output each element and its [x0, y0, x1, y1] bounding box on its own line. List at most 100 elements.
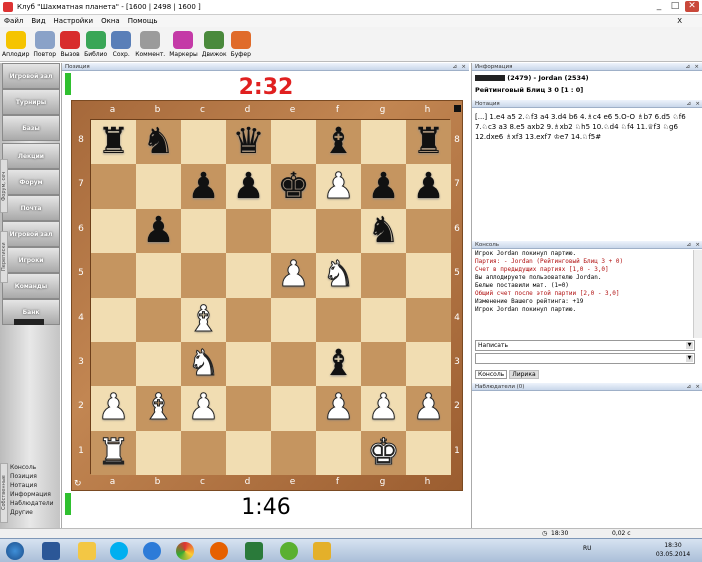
toolbar-button-4[interactable]: Сохр. [109, 27, 133, 60]
pin-icon[interactable]: ⊿ [686, 383, 691, 391]
toolbar-button-2[interactable]: Вызов [58, 27, 82, 60]
black-pawn[interactable]: ♟ [367, 168, 399, 205]
square-c4[interactable]: ♝ [181, 297, 226, 342]
panel-link-1[interactable]: Позиция [10, 473, 37, 480]
square-d4[interactable] [226, 297, 271, 342]
square-c6[interactable] [181, 208, 226, 254]
black-knight[interactable]: ♞ [367, 212, 399, 249]
black-rook[interactable]: ♜ [97, 124, 129, 160]
black-rook[interactable]: ♜ [412, 124, 444, 160]
square-c7[interactable]: ♟ [181, 164, 226, 209]
menu-file[interactable]: Файл [0, 17, 27, 25]
square-a8[interactable]: ♜ [91, 120, 136, 165]
square-d7[interactable]: ♟ [226, 164, 271, 209]
console-input[interactable]: ▼ [475, 353, 695, 364]
square-c5[interactable] [181, 253, 226, 298]
close-icon[interactable]: × [695, 241, 700, 249]
square-f8[interactable]: ♝ [316, 120, 361, 165]
black-pawn[interactable]: ♟ [232, 168, 264, 205]
square-h3[interactable] [406, 341, 451, 387]
square-g7[interactable]: ♟ [361, 164, 406, 209]
white-pawn[interactable]: ♟ [97, 389, 130, 426]
menu-settings[interactable]: Настройки [50, 17, 98, 25]
pin-icon[interactable]: ⊿ [686, 100, 691, 108]
chrome-icon[interactable] [176, 542, 194, 560]
utorrent-icon[interactable] [280, 542, 298, 560]
square-d3[interactable] [226, 341, 271, 387]
square-g1[interactable]: ♚ [361, 430, 406, 475]
square-d6[interactable] [226, 208, 271, 254]
vertical-tab-0[interactable]: Форум, сеч [0, 159, 8, 213]
nav-item-2[interactable]: Базы [2, 115, 60, 141]
black-bishop[interactable]: ♝ [322, 124, 354, 160]
rotate-board-icon[interactable]: ↻ [74, 479, 82, 489]
tab-console[interactable]: Консоль [475, 370, 508, 379]
nav-item-0[interactable]: Игровой зал [2, 63, 60, 89]
square-h5[interactable] [406, 253, 451, 298]
notation-text[interactable]: [...] 1.e4 a5 2.♘f3 a4 3.d4 b6 4.♗c4 e6 … [472, 110, 693, 144]
toolbar-button-3[interactable]: Библио [82, 27, 109, 60]
panel-link-5[interactable]: Другие [10, 509, 33, 516]
nav-item-4[interactable]: Форум [2, 169, 60, 195]
square-g4[interactable] [361, 297, 406, 342]
square-a3[interactable] [91, 341, 136, 387]
square-b7[interactable] [136, 164, 181, 209]
folder-icon[interactable] [78, 542, 96, 560]
square-g6[interactable]: ♞ [361, 208, 406, 254]
square-g3[interactable] [361, 341, 406, 387]
square-e4[interactable] [271, 297, 316, 342]
square-g8[interactable] [361, 120, 406, 165]
white-bishop[interactable]: ♝ [187, 301, 220, 338]
square-e6[interactable] [271, 208, 316, 254]
close-icon[interactable]: × [694, 63, 699, 71]
toolbar-button-1[interactable]: Повтор [31, 27, 58, 60]
console-scrollbar[interactable] [693, 250, 702, 338]
close-icon[interactable]: × [695, 100, 700, 108]
square-f5[interactable]: ♞ [316, 253, 361, 298]
square-b2[interactable]: ♝ [136, 386, 181, 431]
toolbar-button-5[interactable]: Коммент. [133, 27, 167, 60]
black-pawn[interactable]: ♟ [412, 168, 444, 205]
black-bishop[interactable]: ♝ [322, 346, 354, 382]
toolbar-button-8[interactable]: Буфер [229, 27, 253, 60]
nav-item-8[interactable]: Команды [2, 273, 60, 299]
language-indicator[interactable]: RU [583, 545, 592, 552]
square-b3[interactable] [136, 341, 181, 387]
panel-link-0[interactable]: Консоль [10, 464, 36, 471]
firefox-icon[interactable] [210, 542, 228, 560]
panel-link-3[interactable]: Информация [10, 491, 51, 498]
square-h8[interactable]: ♜ [406, 120, 451, 165]
square-d8[interactable]: ♛ [226, 120, 271, 165]
square-a7[interactable] [91, 164, 136, 209]
square-g5[interactable] [361, 253, 406, 298]
chess-app-icon[interactable] [313, 542, 331, 560]
skype-icon[interactable] [110, 542, 128, 560]
square-h4[interactable] [406, 297, 451, 342]
panel-link-4[interactable]: Наблюдатели [10, 500, 54, 507]
menu-help[interactable]: Помощь [124, 17, 162, 25]
vertical-tab-bottom[interactable]: Собственные [0, 463, 8, 523]
square-b6[interactable]: ♟ [136, 208, 181, 254]
menu-view[interactable]: Вид [27, 17, 49, 25]
square-d2[interactable] [226, 386, 271, 431]
square-h7[interactable]: ♟ [406, 164, 451, 209]
vertical-tab-1[interactable]: Переписки [0, 231, 8, 283]
pin-icon[interactable]: ⊿ [685, 63, 690, 71]
square-a1[interactable]: ♜ [91, 430, 136, 475]
square-h1[interactable] [406, 430, 451, 475]
close-icon[interactable]: × [461, 63, 466, 71]
nav-item-6[interactable]: Игровой зал [2, 221, 60, 247]
square-c1[interactable] [181, 430, 226, 475]
tab-lyrics[interactable]: Лирика [509, 370, 539, 379]
nav-item-7[interactable]: Игроки [2, 247, 60, 273]
square-e8[interactable] [271, 120, 316, 165]
square-e3[interactable] [271, 341, 316, 387]
square-f4[interactable] [316, 297, 361, 342]
square-h6[interactable] [406, 208, 451, 254]
square-c3[interactable]: ♞ [181, 341, 226, 387]
white-pawn[interactable]: ♟ [412, 389, 445, 426]
square-d5[interactable] [226, 253, 271, 298]
internet-explorer-icon[interactable] [143, 542, 161, 560]
white-pawn[interactable]: ♟ [322, 389, 355, 426]
black-pawn[interactable]: ♟ [187, 168, 219, 205]
